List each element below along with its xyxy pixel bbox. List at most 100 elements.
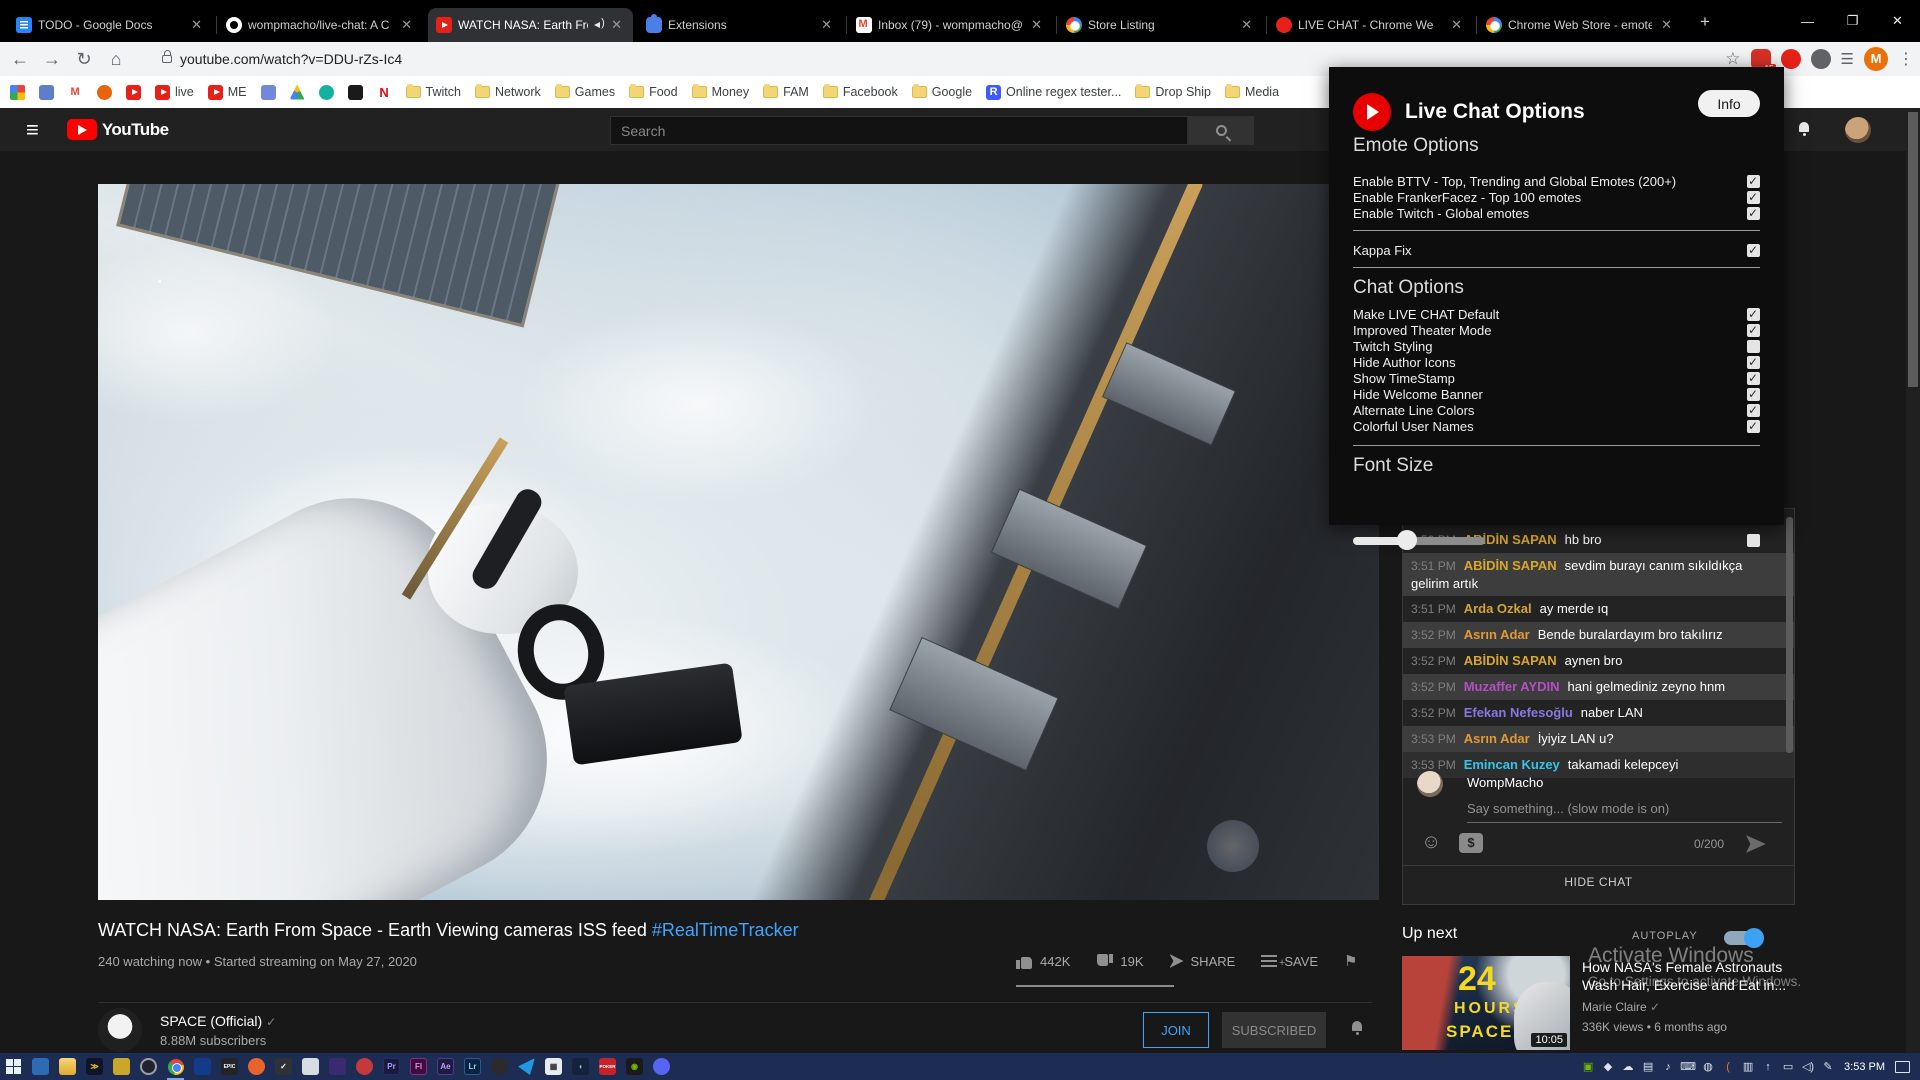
- drive-bookmark-icon[interactable]: [290, 85, 305, 100]
- autoplay-toggle[interactable]: [1724, 931, 1762, 945]
- checkbox[interactable]: [1747, 191, 1760, 204]
- bookmark-folder-games[interactable]: Games: [555, 85, 615, 99]
- search-button[interactable]: [1188, 116, 1254, 145]
- taskbar-app-icon[interactable]: ◖: [567, 1053, 594, 1080]
- tab-audio-icon[interactable]: [594, 19, 608, 31]
- taskbar-clock[interactable]: 3:53 PM: [1838, 1061, 1895, 1073]
- chat-user-avatar[interactable]: [1417, 771, 1443, 797]
- premiere-icon[interactable]: Pr: [378, 1053, 405, 1080]
- bookmark-folder-twitch[interactable]: Twitch: [406, 85, 461, 99]
- tray-icon[interactable]: ▥: [1738, 1060, 1758, 1073]
- chat-username[interactable]: Asrın Adar: [1464, 627, 1530, 642]
- taskbar-app-icon[interactable]: [351, 1053, 378, 1080]
- like-button[interactable]: 442K: [1016, 954, 1070, 969]
- option-hide-welcome-banner[interactable]: Hide Welcome Banner: [1353, 387, 1760, 402]
- reddit-bookmark-icon[interactable]: [97, 85, 112, 100]
- checkbox[interactable]: [1747, 356, 1760, 369]
- chat-username[interactable]: Arda Ozkal: [1464, 601, 1532, 616]
- superchat-dollar-icon[interactable]: $: [1459, 833, 1483, 853]
- page-scrollbar[interactable]: [1906, 108, 1920, 1053]
- chat-input[interactable]: Say something... (slow mode is on): [1467, 801, 1669, 816]
- tab-youtube-active[interactable]: WATCH NASA: Earth Fro ✕: [428, 8, 633, 42]
- bookmark-folder-facebook[interactable]: Facebook: [823, 85, 898, 99]
- discord-bookmark-icon[interactable]: [261, 85, 276, 100]
- option-twitch-styling[interactable]: Twitch Styling: [1353, 339, 1760, 354]
- restore-button[interactable]: ❐: [1830, 0, 1875, 42]
- dislike-button[interactable]: 19K: [1096, 954, 1143, 969]
- checkbox[interactable]: [1747, 534, 1760, 547]
- tray-volume-icon[interactable]: ◁): [1798, 1060, 1818, 1073]
- scrollbar-thumb[interactable]: [1908, 112, 1918, 387]
- option-improved-theater[interactable]: Improved Theater Mode: [1353, 323, 1760, 338]
- option-live-chat-default[interactable]: Make LIVE CHAT Default: [1353, 307, 1760, 322]
- tab-gmail[interactable]: Inbox (79) - wompmacho@ ✕: [848, 8, 1053, 42]
- chat-username[interactable]: Muzaffer AYDIN: [1464, 679, 1560, 694]
- chat-scrollbar[interactable]: [1786, 517, 1793, 753]
- tab-close-icon[interactable]: ✕: [1238, 17, 1255, 33]
- address-bar[interactable]: youtube.com/watch?v=DDU-rZs-Ic4: [180, 51, 402, 67]
- up-next-channel[interactable]: Marie Claire ✓: [1582, 1000, 1660, 1014]
- bookmark-folder-food[interactable]: Food: [629, 85, 678, 99]
- taskbar-app-icon[interactable]: [513, 1053, 540, 1080]
- poker-app-icon[interactable]: POKER: [594, 1053, 621, 1080]
- bookmark-folder-media[interactable]: Media: [1225, 85, 1279, 99]
- youtube-bookmark-icon[interactable]: [126, 85, 141, 100]
- join-button[interactable]: JOIN: [1143, 1012, 1209, 1048]
- bookmark-star-icon[interactable]: ☆: [1725, 49, 1740, 69]
- file-explorer-icon[interactable]: [54, 1053, 81, 1080]
- taskbar-app-icon[interactable]: ≫: [81, 1053, 108, 1080]
- chat-message-list[interactable]: 3:50 PMABİDİN SAPANhb bro 3:51 PMABİDİN …: [1403, 527, 1794, 778]
- live-chat-extension-icon[interactable]: [1781, 49, 1801, 69]
- tab-close-icon[interactable]: ✕: [818, 17, 835, 33]
- report-button[interactable]: ⚑: [1344, 952, 1357, 970]
- font-size-checkbox-row[interactable]: [1353, 533, 1760, 548]
- chat-username[interactable]: Asrın Adar: [1464, 731, 1530, 746]
- tray-icon[interactable]: (: [1718, 1061, 1738, 1073]
- bookmark-youtube-me[interactable]: ME: [208, 85, 247, 100]
- taskbar-app-icon[interactable]: [189, 1053, 216, 1080]
- taskbar-app-icon[interactable]: [135, 1053, 162, 1080]
- tab-store-listing[interactable]: Store Listing ✕: [1058, 8, 1263, 42]
- discord-icon[interactable]: [648, 1053, 675, 1080]
- checkbox[interactable]: [1747, 340, 1760, 353]
- reading-list-icon[interactable]: ☰: [1841, 50, 1854, 68]
- bookmark-folder-fam[interactable]: FAM: [763, 85, 809, 99]
- chat-message[interactable]: 3:51 PMArda Ozkalay merde ıq: [1403, 596, 1794, 622]
- reload-button[interactable]: ↻: [68, 49, 100, 70]
- bookmark-regex-tester[interactable]: ROnline regex tester...: [986, 85, 1121, 100]
- tray-power-icon[interactable]: ◍: [1698, 1060, 1718, 1073]
- tray-pen-icon[interactable]: ✎: [1818, 1060, 1838, 1073]
- nvidia-icon[interactable]: ◉: [621, 1053, 648, 1080]
- bookmark-folder-drop-ship[interactable]: Drop Ship: [1135, 85, 1211, 99]
- up-next-thumbnail[interactable]: 24 HOURS SPACE 10:05: [1402, 956, 1570, 1050]
- bookmark-favicon[interactable]: [348, 85, 363, 100]
- tab-google-docs[interactable]: TODO - Google Docs ✕: [8, 8, 213, 42]
- taskbar-app-icon[interactable]: [27, 1053, 54, 1080]
- taskbar-app-icon[interactable]: [297, 1053, 324, 1080]
- save-button[interactable]: SAVE: [1261, 954, 1318, 969]
- lock-icon[interactable]: [162, 55, 172, 63]
- tray-monitor-icon[interactable]: ▭: [1778, 1060, 1798, 1073]
- chat-message[interactable]: 3:51 PMABİDİN SAPANsevdim burayı canım s…: [1403, 553, 1794, 596]
- taskbar-app-icon[interactable]: [324, 1053, 351, 1080]
- tab-github[interactable]: wompmacho/live-chat: A C ✕: [218, 8, 423, 42]
- chat-username[interactable]: Emincan Kuzey: [1464, 757, 1560, 772]
- option-alternate-line-colors[interactable]: Alternate Line Colors: [1353, 403, 1760, 418]
- hide-chat-button[interactable]: HIDE CHAT: [1403, 875, 1794, 889]
- youtube-logo[interactable]: YouTube: [67, 119, 169, 140]
- back-button[interactable]: ←: [4, 49, 36, 70]
- bookmark-favicon[interactable]: [10, 85, 25, 100]
- kebab-menu-icon[interactable]: ⋮: [1898, 49, 1914, 69]
- bookmark-folder-google[interactable]: Google: [912, 85, 972, 99]
- browser-profile-avatar[interactable]: M: [1864, 47, 1888, 71]
- checkbox[interactable]: [1747, 404, 1760, 417]
- search-input[interactable]: Search: [610, 116, 1188, 145]
- extension-icon[interactable]: [1811, 49, 1831, 69]
- info-button[interactable]: Info: [1698, 90, 1760, 117]
- checkbox[interactable]: [1747, 420, 1760, 433]
- checkbox[interactable]: [1747, 207, 1760, 220]
- tray-mic-icon[interactable]: ♪: [1658, 1061, 1678, 1073]
- bookmark-favicon[interactable]: [39, 85, 54, 100]
- close-button[interactable]: ✕: [1875, 0, 1920, 42]
- hamburger-menu-icon[interactable]: ≡: [26, 117, 39, 143]
